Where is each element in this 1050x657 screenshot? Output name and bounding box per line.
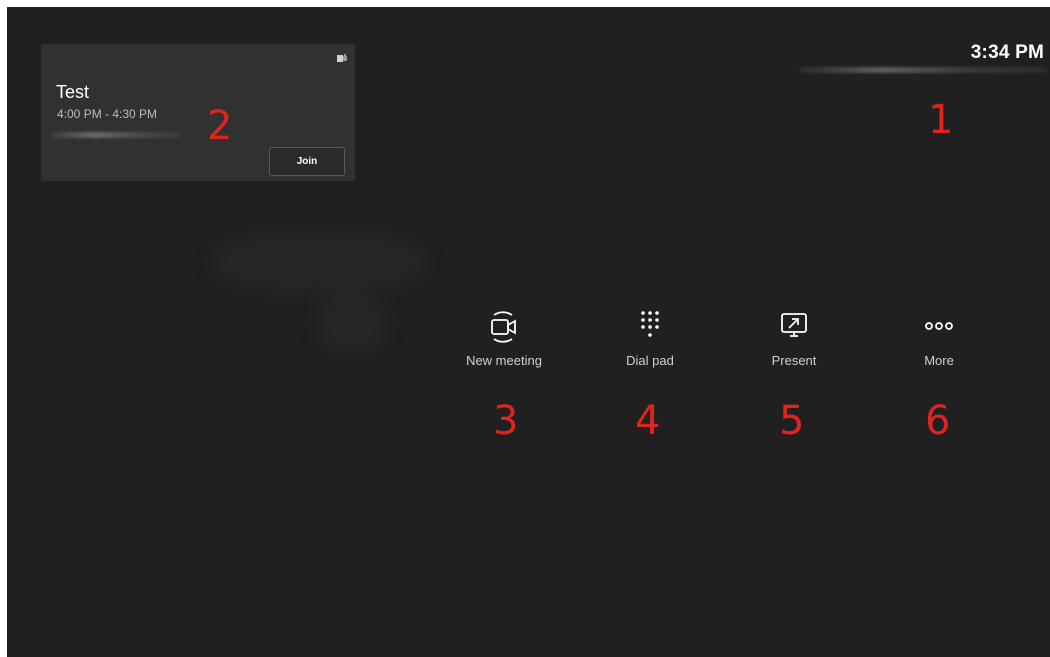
callout-6: 6 [925,398,951,444]
teams-icon [337,54,347,62]
dial-pad-icon [641,311,659,337]
meeting-time: 4:00 PM - 4:30 PM [57,107,158,121]
clock-time: 3:34 PM [970,42,1044,63]
dial-pad-label: Dial pad [626,353,674,368]
new-meeting-label: New meeting [466,353,542,368]
dial-pad-button[interactable]: Dial pad [590,306,710,368]
background-decoration [212,232,427,292]
present-screen-icon [781,313,807,337]
callout-2: 2 [207,103,233,149]
room-home-screen: 3:34 PM Test 4:00 PM - 4:30 PM Join New … [7,7,1050,657]
video-camera-icon [491,311,516,343]
background-decoration [317,292,387,352]
join-button[interactable]: Join [269,147,345,176]
callout-5: 5 [779,398,805,444]
more-button[interactable]: More [879,306,999,368]
callout-4: 4 [635,398,661,444]
present-label: Present [771,353,817,368]
present-button[interactable]: Present [734,306,854,368]
meeting-title: Test [56,82,90,102]
more-label: More [924,353,954,368]
callout-3: 3 [493,398,519,444]
new-meeting-button[interactable]: New meeting [444,306,564,368]
more-dots-icon [925,322,953,330]
redacted-organizer [51,132,181,138]
callout-1: 1 [928,97,954,143]
meeting-card[interactable]: Test 4:00 PM - 4:30 PM Join [41,44,355,181]
redacted-room-name [799,67,1047,73]
